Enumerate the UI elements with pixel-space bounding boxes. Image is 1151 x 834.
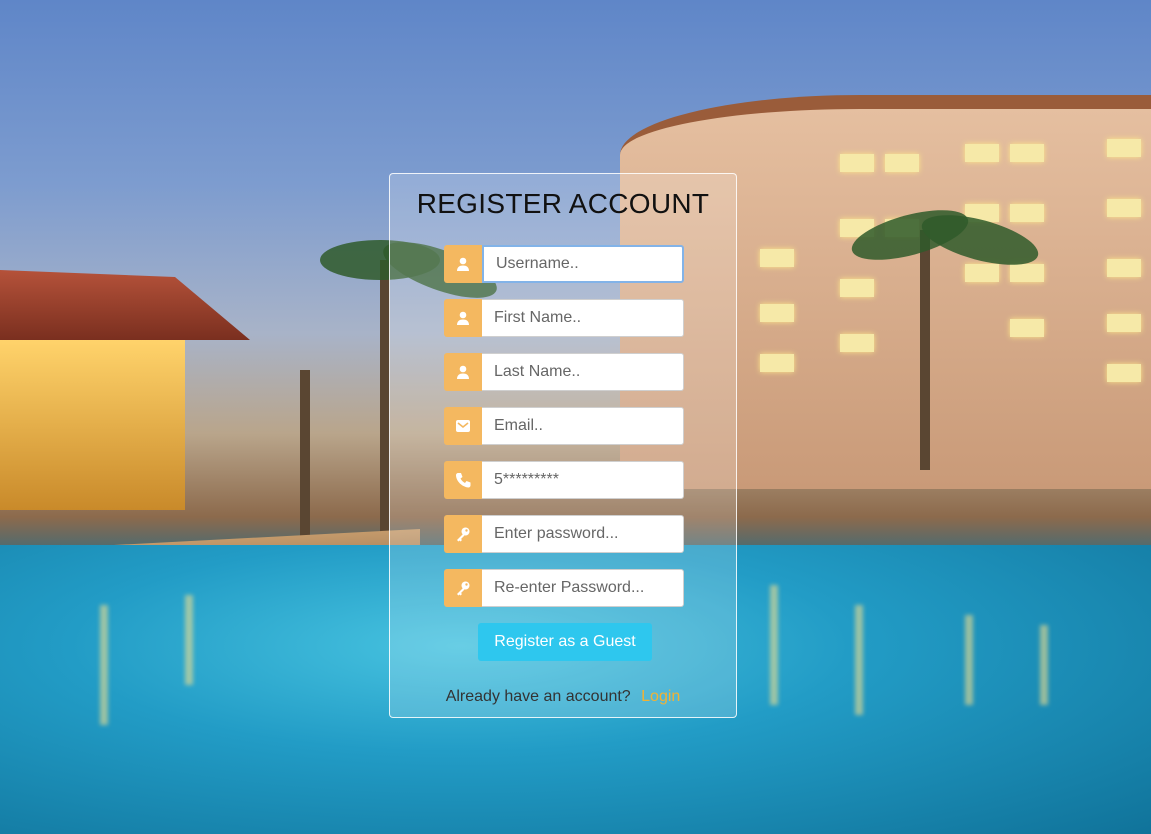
username-field	[444, 245, 684, 283]
login-link[interactable]: Login	[641, 688, 680, 705]
user-icon	[444, 245, 482, 283]
key-icon	[444, 569, 482, 607]
register-card: REGISTER ACCOUNT Username.. First Name..…	[389, 173, 737, 718]
username-input[interactable]	[482, 245, 684, 283]
phone-icon	[444, 461, 482, 499]
register-guest-button[interactable]: Register as a Guest	[478, 623, 652, 661]
first-name-field	[444, 299, 684, 337]
envelope-icon	[444, 407, 482, 445]
login-prompt: Already have an account? Login	[390, 688, 736, 706]
key-icon	[444, 515, 482, 553]
email-input[interactable]	[482, 407, 684, 445]
form-title: REGISTER ACCOUNT	[416, 188, 710, 219]
first-name-input[interactable]	[482, 299, 684, 337]
last-name-input[interactable]	[482, 353, 684, 391]
phone-input[interactable]	[482, 461, 684, 499]
phone-field	[444, 461, 684, 499]
email-field	[444, 407, 684, 445]
user-icon	[444, 353, 482, 391]
user-icon	[444, 299, 482, 337]
confirm-password-input[interactable]	[482, 569, 684, 607]
confirm-password-field	[444, 569, 684, 607]
login-prompt-text: Already have an account?	[445, 688, 631, 705]
password-input[interactable]	[482, 515, 684, 553]
password-field	[444, 515, 684, 553]
last-name-field	[444, 353, 684, 391]
pool-bar-pavilion	[0, 270, 250, 550]
